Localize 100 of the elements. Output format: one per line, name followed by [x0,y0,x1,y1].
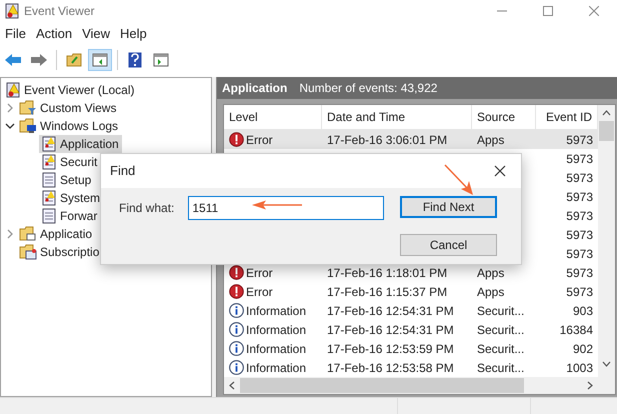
log-icon [41,172,57,188]
table-cell-text: Information [246,322,306,338]
error-icon [229,284,244,299]
menu-item[interactable]: View [77,24,116,44]
table-cell-text: 903 [572,302,593,320]
table-cell: 17-Feb-16 12:54:31 PM [327,322,454,336]
table-cell: 17-Feb-16 12:53:58 PM [327,360,454,374]
scroll-thumb[interactable] [599,121,614,141]
forward-arrow-icon [30,53,48,67]
vertical-scrollbar[interactable] [598,105,615,377]
table-cell-text: Error [246,132,273,148]
pane-icon [153,53,169,67]
table-row[interactable]: Information 17-Feb-16 12:53:59 PM Securit... 902 [224,339,598,358]
table-cell-text: Information [246,340,306,358]
tree-item[interactable]: Applicatio [17,225,96,243]
table-row[interactable]: Information 17-Feb-16 12:53:58 PM Securit... 1003 [224,358,598,377]
horizontal-scrollbar[interactable] [224,377,615,394]
find-next-button[interactable]: Find Next [400,196,497,218]
menu-item[interactable]: Action [30,24,78,44]
scroll-down-icon[interactable] [602,361,611,367]
table-row[interactable]: Error 17-Feb-16 1:18:01 PM Apps 5973 [224,263,598,282]
error-icon [229,132,244,147]
tree-item[interactable]: Setup [39,171,94,189]
info-icon [229,360,244,375]
close-icon [494,165,506,177]
tree-item[interactable]: System [39,189,104,207]
table-cell-text: Information [246,360,306,376]
table-cell-text: 5973 [566,150,593,168]
table-cell: Securit... [477,304,524,318]
table-row[interactable]: Error 17-Feb-16 1:15:37 PM Apps 5973 [224,282,598,301]
info-icon [229,303,244,318]
table-cell: Apps [477,132,504,146]
log-warning-icon [41,190,57,206]
info-icon [229,322,244,337]
collapse-chevron-icon[interactable] [5,121,15,131]
maximize-icon [543,6,553,16]
arrow [444,164,474,196]
tree-item[interactable]: Securit [39,153,100,171]
table-cell: 17-Feb-16 3:06:01 PM [327,132,448,146]
expand-chevron-icon[interactable] [5,103,15,113]
event-count: Number of events: 43,922 [299,80,438,97]
table-cell: 17-Feb-16 1:15:37 PM [327,284,448,298]
folder-icon [66,53,82,67]
tree-item[interactable]: Custom Views [17,99,120,117]
table-cell-text: 16384 [560,322,593,338]
help-icon [128,52,142,68]
scroll-thumb[interactable] [240,378,524,393]
tree-item[interactable]: Event Viewer (Local) [3,81,138,99]
folder-computer-icon [19,118,37,134]
field-label: Find what: [119,200,174,217]
table-cell-text: 5973 [566,264,593,282]
table-cell-text: Information [246,302,306,320]
menu-item[interactable]: File [0,24,31,44]
table-cell-text: Error [246,264,273,282]
arrow [252,200,302,210]
tree-item[interactable]: Application [39,135,122,153]
column-header[interactable]: Source [472,105,536,129]
scroll-left-icon[interactable] [229,381,235,390]
error-icon [229,265,244,280]
folder-filter-icon [19,100,37,116]
find-input-field[interactable]: 1511 [188,196,384,220]
log-icon [41,208,57,224]
folder-subscription-icon [19,244,37,260]
table-row[interactable]: Error 17-Feb-16 3:06:01 PM Apps 5973 [224,130,598,149]
window-title: Event Viewer [24,3,94,20]
event-log-icon [4,3,20,19]
panel-title: Application [222,80,288,97]
table-cell: 17-Feb-16 1:18:01 PM [327,266,448,280]
menu-item[interactable]: Help [115,24,152,44]
info-icon [229,341,244,356]
table-cell-text: 902 [572,340,593,358]
table-cell: Apps [477,266,504,280]
tree-item[interactable]: Forwar [39,207,100,225]
table-cell: 17-Feb-16 12:54:31 PM [327,304,454,318]
table-cell-text: 5973 [566,284,593,300]
tree-item[interactable]: Subscriptio [17,243,102,261]
table-cell: Securit... [477,360,524,374]
tree-item[interactable]: Windows Logs [17,117,122,135]
table-cell-text: Error [246,284,273,300]
cancel-button[interactable]: Cancel [400,234,497,256]
toolbar-button[interactable] [88,49,112,71]
column-header[interactable]: Date and Time [322,105,472,129]
dialog-title: Find [110,162,136,180]
close-icon [589,6,599,16]
scroll-right-icon[interactable] [587,381,593,390]
expand-chevron-icon[interactable] [5,229,15,239]
table-cell: 17-Feb-16 12:53:59 PM [327,342,454,356]
log-warning-icon [41,154,57,170]
table-cell: Apps [477,284,504,298]
table-cell: Securit... [477,322,524,336]
table-cell-text: 5973 [566,132,593,148]
column-header[interactable]: Level [224,105,322,129]
table-row[interactable]: Information 17-Feb-16 12:54:31 PM Securit... 16384 [224,320,598,339]
table-row[interactable]: Information 17-Feb-16 12:54:31 PM Securit... 903 [224,301,598,320]
table-cell-text: 5973 [566,226,593,244]
table-cell-text: 5973 [566,188,593,206]
folder-icon [19,226,37,242]
pane-icon [92,53,108,67]
scroll-up-icon[interactable] [602,110,611,116]
log-warning-icon [41,136,57,152]
